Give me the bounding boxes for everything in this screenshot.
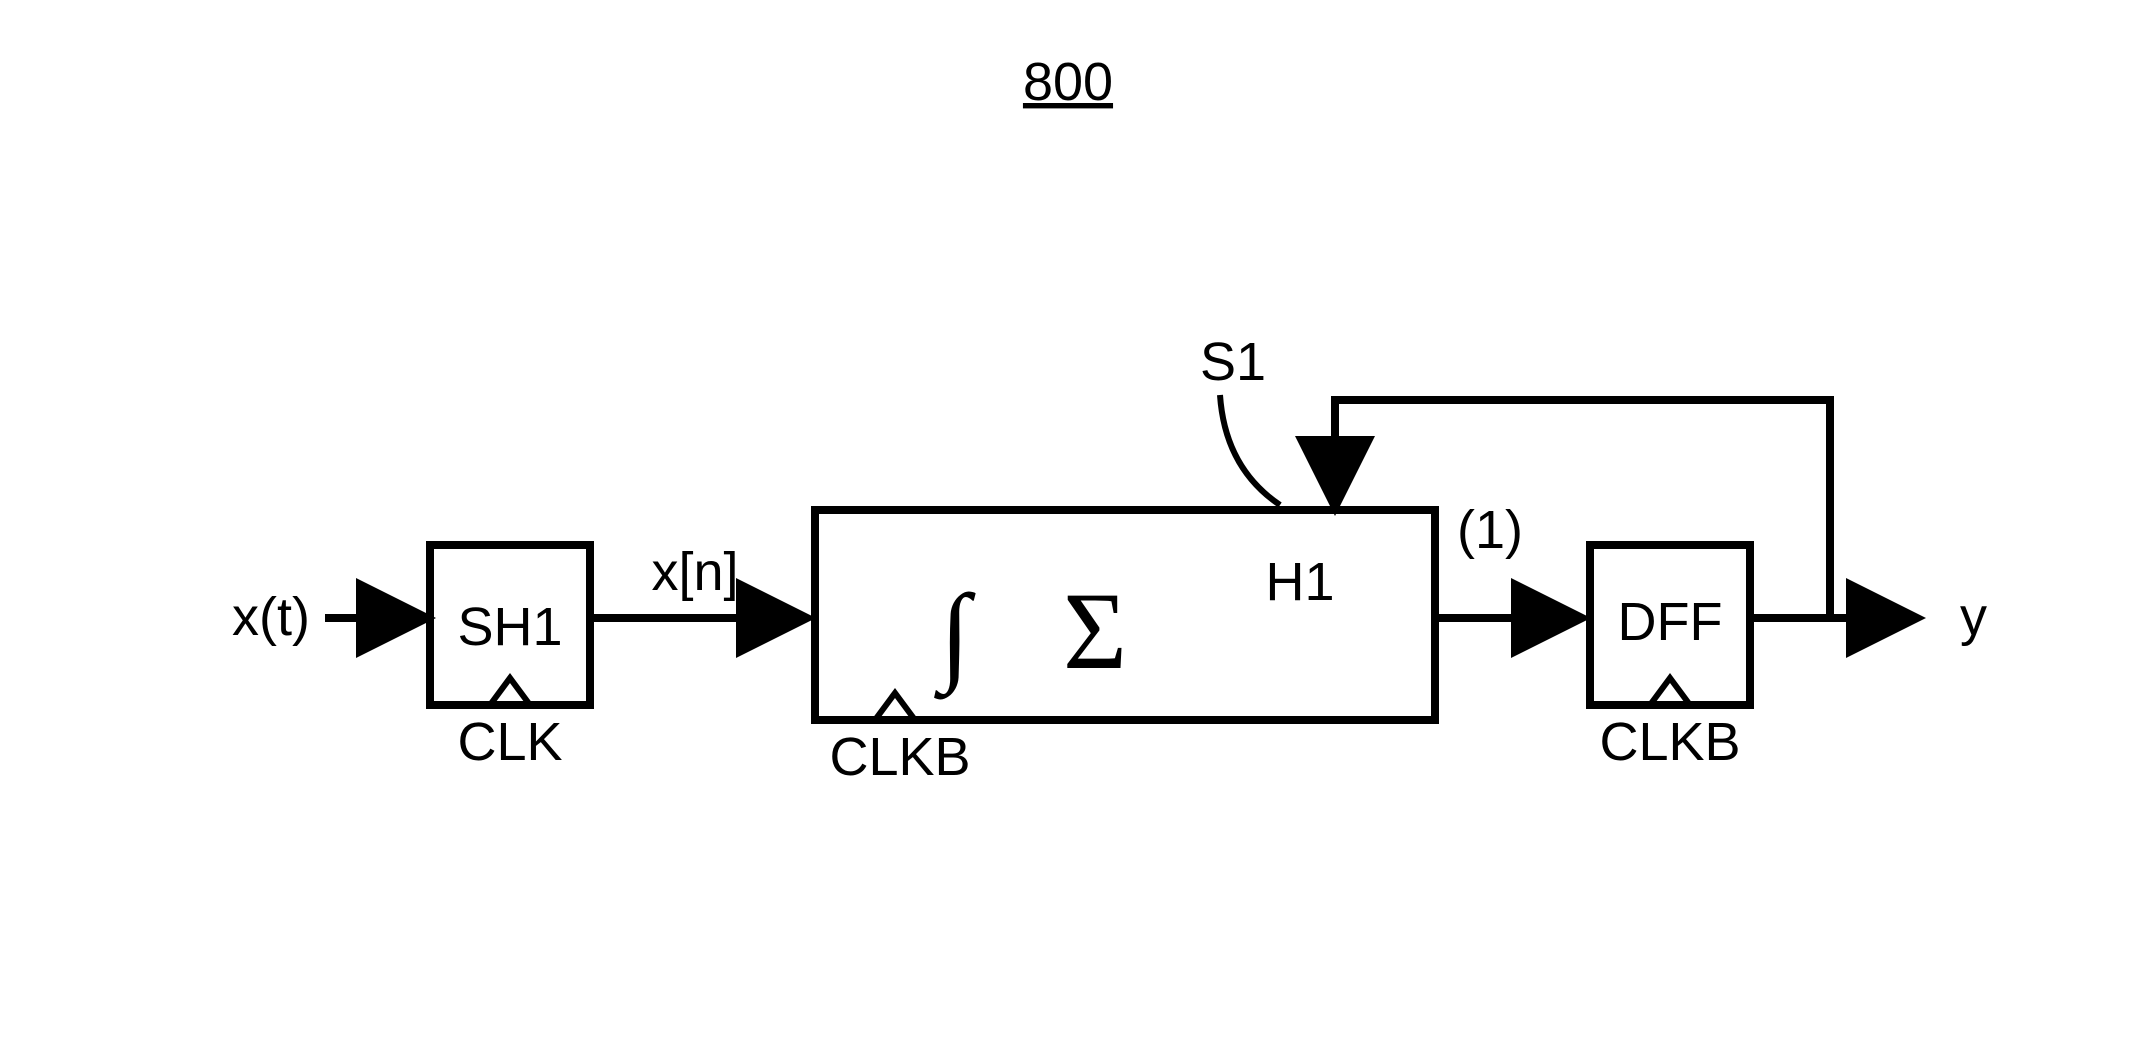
sigma-delta-clock-label: CLKB (829, 727, 970, 787)
sampled-signal-label: x[n] (651, 542, 738, 602)
dff-clock-label: CLKB (1599, 712, 1740, 772)
feedback-signal-label: S1 (1200, 332, 1266, 392)
dff-block: DFF (1590, 545, 1750, 705)
feedback-tap-node (1828, 616, 1832, 620)
dff-label: DFF (1618, 592, 1723, 652)
integral-symbol: ∫ (934, 572, 976, 700)
figure-number: 800 (1023, 52, 1113, 112)
sigma-delta-label: H1 (1265, 552, 1334, 612)
clock-edge-icon (490, 678, 530, 705)
output-signal-label: y (1960, 587, 1987, 647)
sample-hold-clock-label: CLK (457, 712, 562, 772)
clock-edge-icon (875, 693, 915, 720)
sample-hold-block: SH1 (430, 545, 590, 705)
feedback-leader-line (1220, 395, 1280, 505)
sigma-delta-block: ∫ Σ H1 (815, 510, 1435, 720)
input-signal-label: x(t) (232, 587, 310, 647)
sample-hold-label: SH1 (457, 597, 562, 657)
sigma-symbol: Σ (1063, 570, 1127, 692)
clock-edge-icon (1650, 678, 1690, 705)
output-bit-width-label: (1) (1457, 500, 1523, 560)
